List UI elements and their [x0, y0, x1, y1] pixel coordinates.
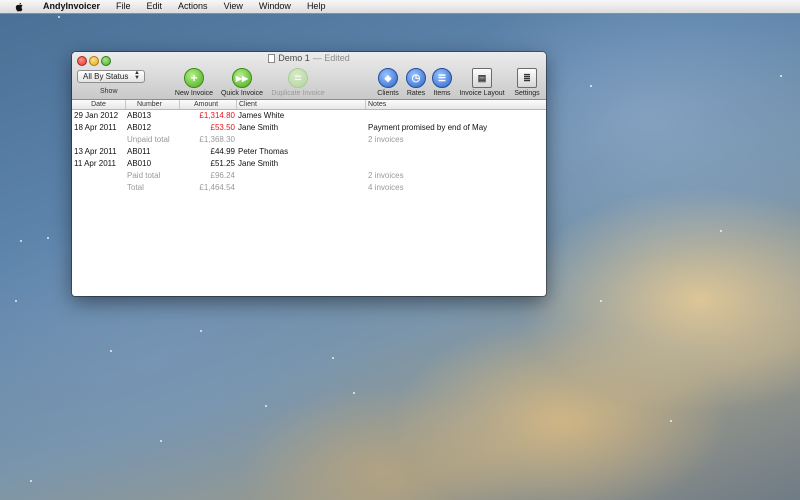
cell-amount: £44.99: [210, 147, 235, 156]
table-row[interactable]: 18 Apr 2011 AB012 £53.50 Jane Smith Paym…: [72, 122, 546, 134]
popup-arrows-icon: ▲ ▼: [134, 70, 140, 81]
settings-button[interactable]: ≣ Settings: [511, 68, 543, 97]
cell-notes: Payment promised by end of May: [368, 123, 488, 132]
items-label: Items: [433, 90, 451, 97]
quick-invoice-button[interactable]: ▶▶ Quick Invoice: [218, 68, 266, 97]
menu-file[interactable]: File: [108, 0, 139, 13]
cell-summary-label: Paid total: [127, 171, 161, 180]
rates-label: Rates: [406, 90, 426, 97]
invoice-layout-label: Invoice Layout: [459, 90, 505, 97]
menu-window[interactable]: Window: [251, 0, 299, 13]
equals-icon: =: [288, 68, 308, 88]
column-header-notes[interactable]: Notes: [366, 100, 546, 109]
column-header-client[interactable]: Client: [237, 100, 366, 109]
menu-bar: AndyInvoicer File Edit Actions View Wind…: [0, 0, 800, 14]
clients-icon: ◆: [378, 68, 398, 88]
unified-toolbar: Demo 1 — Edited All By Status ▲ ▼ Show + …: [72, 52, 546, 100]
plus-icon: +: [184, 68, 204, 88]
duplicate-invoice-button[interactable]: = Duplicate Invoice: [268, 68, 328, 97]
settings-label: Settings: [514, 90, 540, 97]
table-row[interactable]: 13 Apr 2011 AB011 £44.99 Peter Thomas: [72, 146, 546, 158]
window-title-text: Demo 1: [278, 53, 310, 63]
menu-edit[interactable]: Edit: [139, 0, 171, 13]
rates-button[interactable]: ◷ Rates: [403, 68, 429, 97]
cell-summary-count: 2 invoices: [368, 171, 404, 180]
quick-invoice-label: Quick Invoice: [220, 90, 264, 97]
apple-menu-icon[interactable]: [13, 1, 25, 13]
document-icon[interactable]: [268, 53, 276, 63]
fast-forward-icon: ▶▶: [232, 68, 252, 88]
column-header-number[interactable]: Number: [126, 100, 180, 109]
summary-row-unpaid: Unpaid total £1,368.30 2 invoices: [72, 134, 546, 146]
settings-icon: ≣: [517, 68, 537, 88]
cell-client: James White: [238, 111, 285, 120]
cell-summary-amount: £1,464.54: [199, 183, 235, 192]
duplicate-invoice-label: Duplicate Invoice: [271, 90, 325, 97]
cell-date: 11 Apr 2011: [74, 159, 116, 168]
menu-app-name[interactable]: AndyInvoicer: [37, 0, 108, 13]
new-invoice-button[interactable]: + New Invoice: [172, 68, 216, 97]
cell-date: 13 Apr 2011: [74, 147, 117, 156]
clients-button[interactable]: ◆ Clients: [375, 68, 401, 97]
summary-row-total: Total £1,464.54 4 invoices: [72, 182, 546, 194]
items-icon: ☰: [432, 68, 452, 88]
cell-summary-amount: £1,368.30: [199, 135, 235, 144]
table-header: Date Number Amount Client Notes: [72, 100, 546, 110]
table-row[interactable]: 29 Jan 2012 AB013 £1,314.80 James White: [72, 110, 546, 122]
cell-date: 29 Jan 2012: [74, 111, 119, 120]
cell-amount: £1,314.80: [199, 111, 235, 120]
document-window: Demo 1 — Edited All By Status ▲ ▼ Show + …: [72, 52, 546, 296]
edited-indicator: — Edited: [312, 53, 350, 63]
cell-amount: £53.50: [210, 123, 235, 132]
clock-icon: ◷: [406, 68, 426, 88]
cell-summary-label: Unpaid total: [127, 135, 170, 144]
items-button[interactable]: ☰ Items: [429, 68, 455, 97]
cell-date: 18 Apr 2011: [74, 123, 117, 132]
cell-summary-count: 4 invoices: [368, 183, 404, 192]
cell-client: Jane Smith: [238, 123, 279, 132]
cell-number: AB012: [127, 123, 152, 132]
cell-summary-label: Total: [127, 183, 144, 192]
cell-number: AB011: [127, 147, 151, 156]
invoice-layout-button[interactable]: ▤ Invoice Layout: [456, 68, 508, 97]
new-invoice-label: New Invoice: [174, 90, 214, 97]
menu-actions[interactable]: Actions: [170, 0, 216, 13]
cell-client: Peter Thomas: [238, 147, 289, 156]
show-filter-popup[interactable]: All By Status ▲ ▼: [77, 70, 145, 83]
column-header-date[interactable]: Date: [72, 100, 126, 109]
cell-number: AB010: [127, 159, 152, 168]
cell-amount: £51.25: [210, 159, 235, 168]
clients-label: Clients: [377, 90, 399, 97]
invoice-layout-icon: ▤: [472, 68, 492, 88]
cell-number: AB013: [127, 111, 152, 120]
summary-row-paid: Paid total £96.24 2 invoices: [72, 170, 546, 182]
menu-help[interactable]: Help: [299, 0, 334, 13]
show-label: Show: [100, 88, 118, 95]
menu-view[interactable]: View: [216, 0, 251, 13]
cell-client: Jane Smith: [238, 159, 279, 168]
cell-summary-count: 2 invoices: [368, 135, 404, 144]
show-filter-value: All By Status: [83, 72, 129, 81]
table-row[interactable]: 11 Apr 2011 AB010 £51.25 Jane Smith: [72, 158, 546, 170]
window-title: Demo 1 — Edited: [72, 53, 546, 63]
cell-summary-amount: £96.24: [210, 171, 235, 180]
column-header-amount[interactable]: Amount: [180, 100, 237, 109]
